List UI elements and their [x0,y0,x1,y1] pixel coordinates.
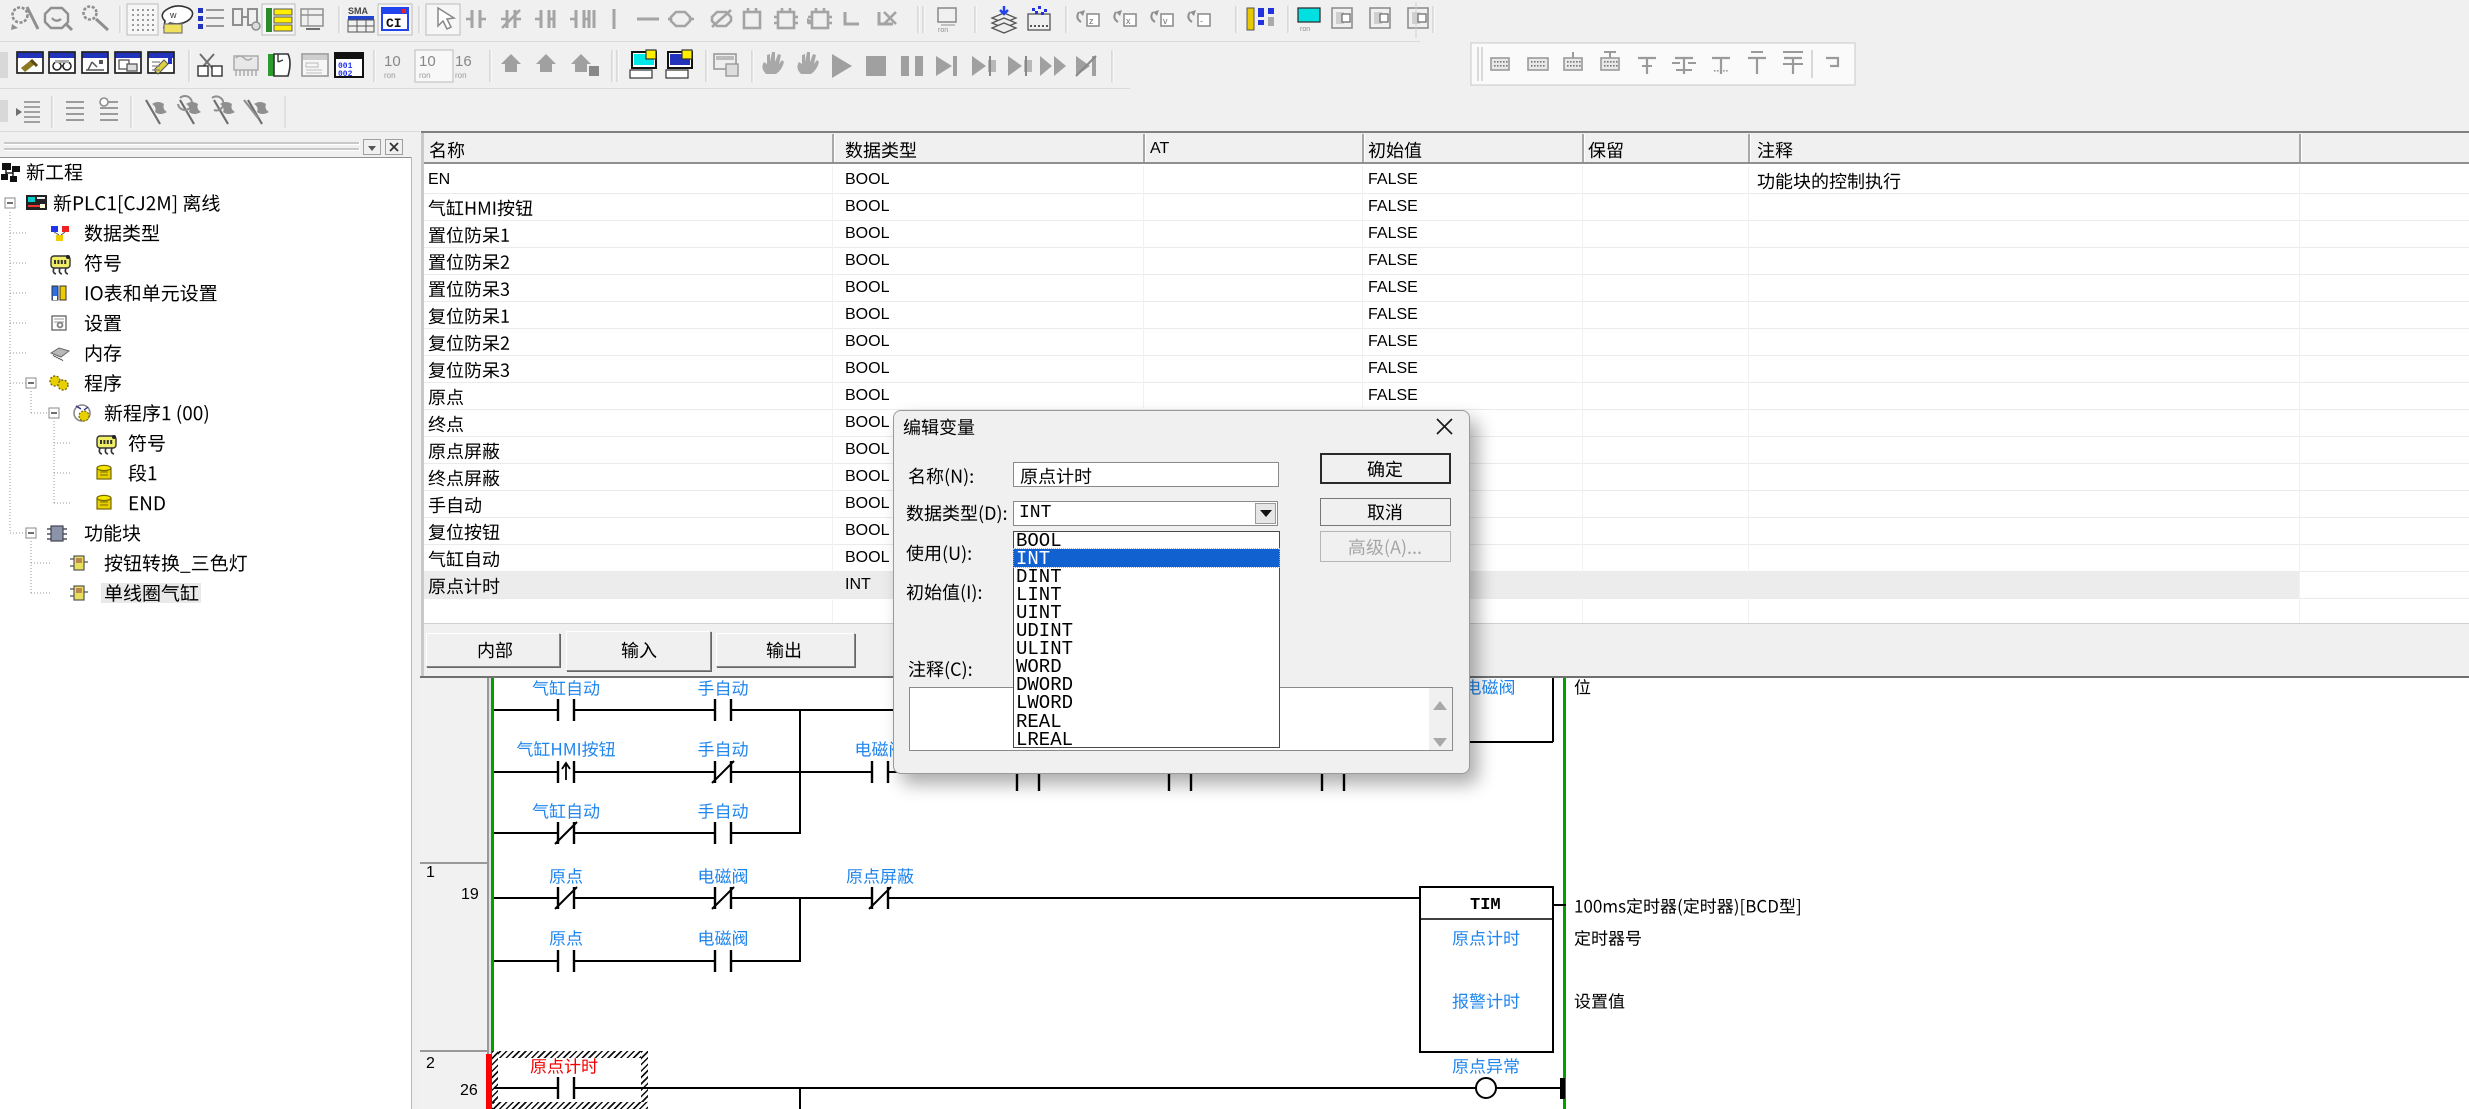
svg-text:16: 16 [455,53,472,70]
svg-text:ron: ron [419,71,431,80]
svg-text:v: v [1163,16,1168,26]
svg-text:ron: ron [938,27,948,34]
svg-text:ron: ron [455,71,467,80]
svg-text:SMA: SMA [348,6,369,16]
svg-text:10: 10 [419,53,436,70]
svg-text:CI: CI [386,16,402,31]
svg-text:z: z [1089,16,1094,26]
svg-text:ron: ron [384,71,396,80]
svg-text:w: w [169,10,177,20]
svg-text:-: - [1200,16,1203,26]
svg-text:ron: ron [1300,26,1310,33]
svg-text:x: x [1126,16,1131,26]
svg-text:002: 002 [338,70,353,79]
svg-text:001: 001 [338,62,353,71]
svg-text:10: 10 [384,53,401,70]
